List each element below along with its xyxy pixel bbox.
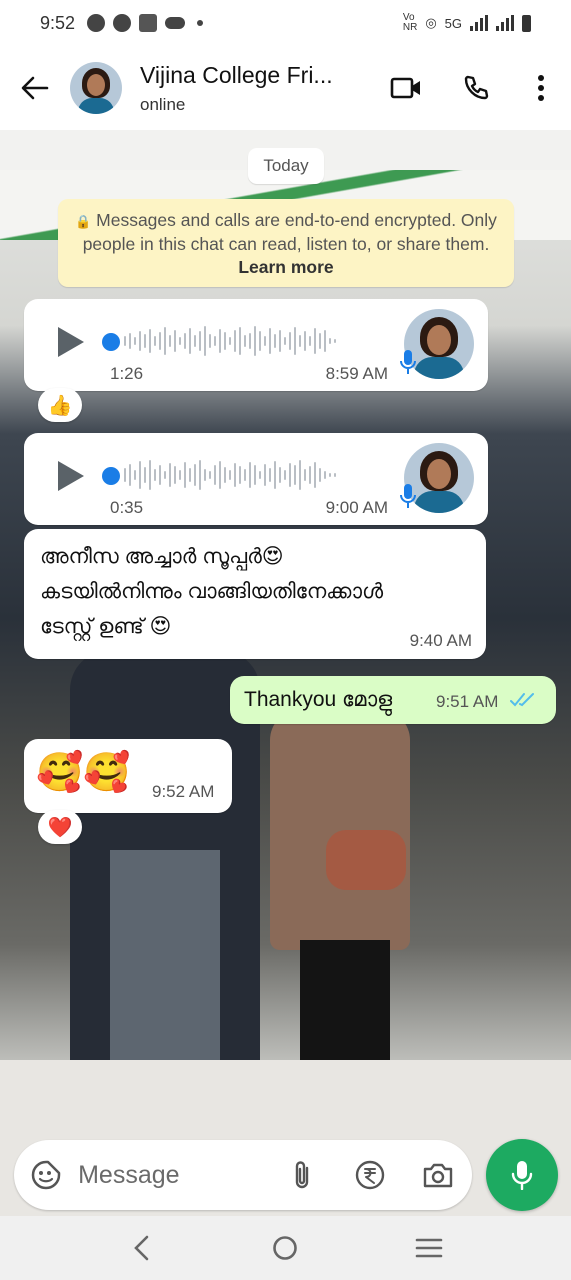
- encryption-notice[interactable]: 🔒 Messages and calls are end-to-end encr…: [58, 199, 514, 287]
- phone-icon: [464, 75, 489, 100]
- payment-button[interactable]: [336, 1140, 404, 1210]
- nav-recents-button[interactable]: [399, 1216, 459, 1280]
- settings-notification-icon: [139, 14, 158, 32]
- chat-notification-icon: [113, 14, 132, 32]
- contact-avatar[interactable]: [70, 62, 122, 114]
- contact-info[interactable]: Vijina College Fri... online: [140, 62, 333, 115]
- microphone-icon: [400, 484, 416, 508]
- message-text: അനീസ അച്ചാർ സൂപ്പർ😍 കടയിൽനിന്നും വാങ്ങിയ…: [40, 545, 384, 638]
- message-time: 8:59 AM: [325, 364, 388, 383]
- encryption-text: Messages and calls are end-to-end encryp…: [82, 210, 497, 254]
- message-text: Thankyou മോളു: [244, 688, 393, 711]
- attach-button[interactable]: [268, 1140, 336, 1210]
- hotspot-icon: ◎: [425, 15, 437, 30]
- signal-icon-2: [496, 15, 514, 31]
- camera-button[interactable]: [404, 1140, 472, 1210]
- signal-icon: [470, 15, 488, 31]
- voice-record-button[interactable]: [486, 1139, 558, 1211]
- back-button[interactable]: [0, 46, 70, 130]
- cloud-icon: [165, 17, 186, 29]
- paperclip-icon: [295, 1161, 309, 1189]
- microphone-icon: [511, 1161, 533, 1190]
- learn-more-link[interactable]: Learn more: [238, 257, 333, 277]
- chat-header: Vijina College Fri... online: [0, 46, 571, 130]
- play-icon[interactable]: [56, 459, 86, 493]
- message-input[interactable]: [78, 1160, 269, 1190]
- outgoing-message[interactable]: Thankyou മോളു 9:51 AM: [230, 676, 556, 724]
- menu-lines-icon: [415, 1238, 443, 1258]
- voice-waveform[interactable]: [124, 455, 336, 495]
- voice-duration: 0:35: [110, 498, 144, 517]
- chevron-left-icon: [133, 1235, 149, 1261]
- play-icon[interactable]: [56, 325, 86, 359]
- video-call-button[interactable]: [371, 46, 441, 130]
- incoming-message[interactable]: അനീസ അച്ചാർ സൂപ്പർ😍 കടയിൽനിന്നും വാങ്ങിയ…: [24, 529, 486, 659]
- home-circle-icon: [273, 1236, 298, 1260]
- presence-status: online: [140, 94, 186, 114]
- lock-icon: 🔒: [75, 214, 92, 229]
- rupee-icon: [355, 1160, 385, 1190]
- date-chip: Today: [248, 148, 324, 184]
- status-bar: 9:52 Vo NR ◎ 5G: [0, 0, 571, 46]
- volte-icon: Vo NR: [402, 12, 418, 33]
- voice-message[interactable]: 1:26 8:59 AM: [24, 299, 488, 391]
- playback-position-dot[interactable]: [102, 333, 120, 351]
- whatsapp-notification-icon: [87, 14, 106, 32]
- more-notifications-dot: [197, 20, 204, 26]
- message-time: 9:51 AM: [436, 692, 499, 711]
- double-check-icon: [510, 693, 534, 707]
- more-options-button[interactable]: [511, 46, 571, 130]
- reaction-badge[interactable]: 👍: [38, 388, 82, 422]
- chat-title: Vijina College Fri...: [140, 61, 333, 88]
- chat-area[interactable]: Today 🔒 Messages and calls are end-to-en…: [0, 130, 571, 1216]
- microphone-icon: [400, 350, 416, 374]
- network-type: 5G: [444, 15, 462, 31]
- sticker-button[interactable]: [14, 1140, 78, 1210]
- voice-call-button[interactable]: [441, 46, 511, 130]
- message-time: 9:52 AM: [152, 782, 215, 801]
- message-time: 9:00 AM: [325, 498, 388, 517]
- voice-message[interactable]: 0:35 9:00 AM: [24, 433, 488, 525]
- nav-home-button[interactable]: [255, 1216, 315, 1280]
- video-camera-icon: [390, 77, 420, 99]
- battery-icon: [522, 14, 531, 32]
- voice-waveform[interactable]: [124, 321, 336, 361]
- system-navigation-bar: [0, 1216, 571, 1280]
- message-time: 9:40 AM: [409, 631, 472, 650]
- incoming-message[interactable]: 🥰🥰 9:52 AM: [24, 739, 232, 813]
- message-composer: [14, 1140, 472, 1210]
- playback-position-dot[interactable]: [102, 467, 120, 485]
- voice-duration: 1:26: [110, 364, 144, 383]
- camera-icon: [423, 1163, 453, 1188]
- status-time: 9:52: [40, 12, 76, 33]
- kebab-menu-icon: [538, 75, 544, 101]
- arrow-left-icon: [21, 76, 49, 100]
- sticker-smile-icon: [31, 1160, 61, 1190]
- nav-back-button[interactable]: [112, 1216, 172, 1280]
- message-text: 🥰🥰: [36, 752, 131, 794]
- reaction-badge[interactable]: ❤️: [38, 810, 82, 844]
